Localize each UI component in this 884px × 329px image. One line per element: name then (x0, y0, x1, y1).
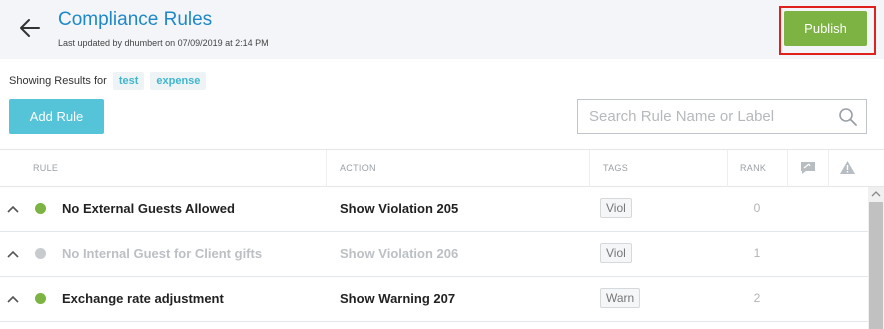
column-header-action[interactable]: ACTION (333, 150, 376, 187)
rule-rank: 0 (753, 201, 761, 215)
column-divider (727, 150, 728, 187)
table-scrollbar[interactable] (868, 187, 884, 329)
warning-icon[interactable] (839, 160, 856, 175)
rule-tag: Viol (600, 198, 632, 218)
table-header: RULE ACTION TAGS RANK (0, 149, 884, 187)
status-dot-active (35, 203, 46, 214)
rule-name[interactable]: No Internal Guest for Client gifts (62, 246, 262, 261)
column-header-tags[interactable]: TAGS (596, 150, 628, 187)
table-row[interactable]: No Internal Guest for Client gifts Show … (0, 232, 868, 277)
search-input[interactable] (578, 100, 828, 133)
rule-name[interactable]: Exchange rate adjustment (62, 291, 224, 306)
filter-tag[interactable]: test (112, 72, 145, 90)
rule-action: Show Violation 206 (340, 246, 459, 261)
rule-tag: Viol (600, 243, 632, 263)
filter-label: Showing Results for (9, 75, 107, 87)
status-dot-active (35, 293, 46, 304)
page-title: Compliance Rules (58, 9, 213, 30)
column-divider (828, 150, 829, 187)
back-button[interactable] (17, 14, 45, 42)
page-header: Compliance Rules Last updated by dhumber… (0, 0, 884, 59)
chevron-up-icon[interactable] (6, 247, 20, 261)
arrow-left-icon (20, 19, 40, 37)
column-divider (589, 150, 590, 187)
rule-name[interactable]: No External Guests Allowed (62, 201, 235, 216)
rule-rank: 2 (753, 291, 761, 305)
column-divider (787, 150, 788, 187)
column-header-rank[interactable]: RANK (733, 150, 766, 187)
chevron-up-icon[interactable] (6, 202, 20, 216)
table-row[interactable]: Exchange rate adjustment Show Warning 20… (0, 277, 868, 322)
search-box (577, 99, 867, 134)
rule-rank: 1 (753, 246, 761, 260)
publish-button[interactable]: Publish (784, 11, 867, 46)
table-row[interactable]: No External Guests Allowed Show Violatio… (0, 187, 868, 232)
column-divider (326, 150, 327, 187)
scroll-up-icon[interactable] (868, 187, 884, 201)
status-dot-inactive (35, 248, 46, 259)
filter-tag[interactable]: expense (150, 72, 207, 90)
chevron-up-icon[interactable] (6, 292, 20, 306)
last-updated-text: Last updated by dhumbert on 07/09/2019 a… (58, 38, 269, 48)
rule-action: Show Warning 207 (340, 291, 456, 306)
search-icon[interactable] (838, 107, 858, 127)
rule-tag: Warn (600, 288, 641, 308)
comment-icon[interactable] (800, 161, 816, 175)
column-header-rule[interactable]: RULE (26, 150, 58, 187)
rule-action: Show Violation 205 (340, 201, 459, 216)
scrollbar-thumb[interactable] (869, 202, 883, 329)
add-rule-button[interactable]: Add Rule (9, 99, 104, 134)
filter-summary: Showing Results for test expense (9, 71, 212, 91)
